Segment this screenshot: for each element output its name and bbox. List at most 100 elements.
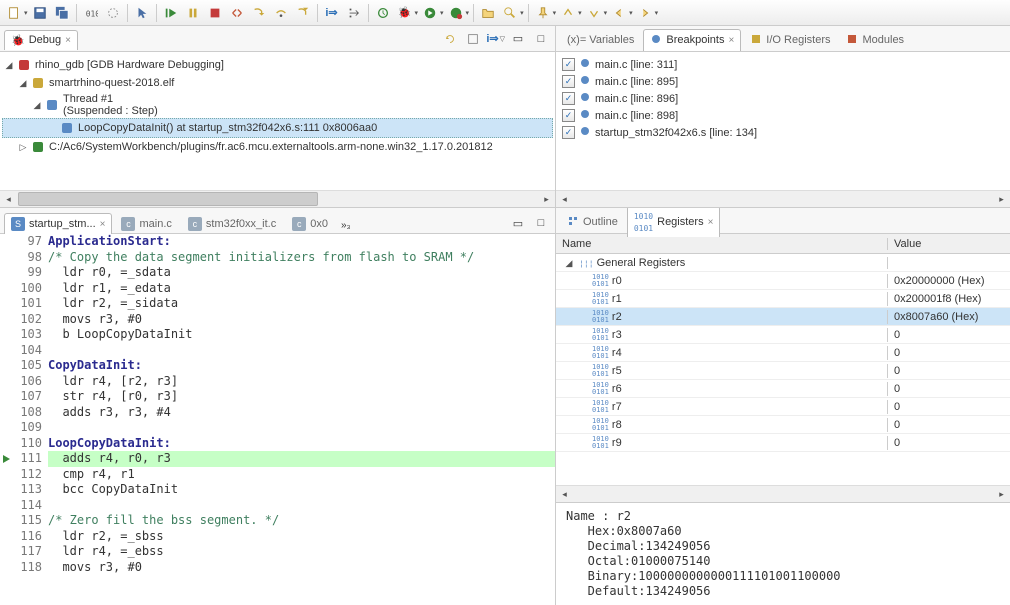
dropdown-arrow-icon[interactable]: ▾ [466,9,470,17]
view-tab[interactable]: 10100101Registers× [627,208,721,237]
horizontal-scrollbar[interactable]: ◂ ▸ [556,485,1010,502]
register-row[interactable]: 10100101 r20x8007a60 (Hex) [556,308,1010,326]
twisty-icon[interactable]: ▷ [16,140,30,154]
twisty-icon[interactable]: ◢ [562,258,576,269]
code-line[interactable]: 105CopyDataInit: [0,358,555,374]
code-line[interactable]: 100 ldr r1, =_edata [0,281,555,297]
cursor-button[interactable] [132,3,152,23]
register-row[interactable]: 10100101 r10x200001f8 (Hex) [556,290,1010,308]
editor-tab[interactable]: c0x0 [285,213,335,234]
dropdown-arrow-icon[interactable]: ▾ [629,9,633,17]
registers-table[interactable]: ◢ ¦¦¦ General Registers10100101 r00x2000… [556,254,1010,452]
register-group-row[interactable]: ◢ ¦¦¦ General Registers [556,254,1010,272]
code-line[interactable]: 108 adds r3, r3, #4 [0,405,555,421]
twisty-icon[interactable]: ◢ [30,98,44,112]
horizontal-scrollbar[interactable]: ◂ ▸ [556,190,1010,207]
editor-tab[interactable]: cmain.c [114,213,178,234]
code-line[interactable]: 107 str r4, [r0, r3] [0,389,555,405]
disconnect-button[interactable] [227,3,247,23]
twisty-icon[interactable] [45,121,59,135]
view-menu-icon[interactable]: ▽ [500,35,505,43]
scroll-right-icon[interactable]: ▸ [538,191,555,208]
register-row[interactable]: 10100101 r30 [556,326,1010,344]
twisty-icon[interactable]: ◢ [16,76,30,90]
column-header-name[interactable]: Name [556,238,888,250]
debug-tab[interactable]: 🐞 Debug × [4,30,78,50]
breakpoint-row[interactable]: ✓main.c [line: 898] [558,107,1008,124]
new-button[interactable] [4,3,24,23]
debug-tree-row[interactable]: ◢smartrhino-quest-2018.elf [2,74,553,92]
view-tab[interactable]: Modules [839,29,911,51]
step-mode-button[interactable] [344,3,364,23]
step-into-button[interactable] [249,3,269,23]
step-return-button[interactable] [293,3,313,23]
code-line[interactable]: 110LoopCopyDataInit: [0,436,555,452]
code-line[interactable]: 113 bcc CopyDataInit [0,482,555,498]
checkbox[interactable]: ✓ [562,92,575,105]
code-line[interactable]: 103 b LoopCopyDataInit [0,327,555,343]
code-line[interactable]: 104 [0,343,555,359]
instruction-step-icon[interactable]: i⇒ [486,32,498,45]
restart-button[interactable] [373,3,393,23]
column-header-value[interactable]: Value [888,238,1010,250]
scroll-left-icon[interactable]: ◂ [556,486,573,503]
run-button[interactable] [420,3,440,23]
code-line[interactable]: 101 ldr r2, =_sidata [0,296,555,312]
code-line[interactable]: 115/* Zero fill the bss segment. */ [0,513,555,529]
view-tab[interactable]: (x)= Variables [560,30,641,49]
maximize-icon[interactable]: □ [531,29,551,49]
scroll-right-icon[interactable]: ▸ [993,191,1010,208]
checkbox[interactable]: ✓ [562,109,575,122]
save-all-button[interactable] [52,3,72,23]
code-line[interactable]: 106 ldr r4, [r2, r3] [0,374,555,390]
back-button[interactable] [609,3,629,23]
open-folder-button[interactable] [478,3,498,23]
nav-down-button[interactable] [584,3,604,23]
register-row[interactable]: 10100101 r50 [556,362,1010,380]
editor-body[interactable]: 97ApplicationStart:98/* Copy the data se… [0,234,555,605]
breakpoint-row[interactable]: ✓main.c [line: 895] [558,73,1008,90]
step-over-button[interactable] [271,3,291,23]
breakpoints-list[interactable]: ✓main.c [line: 311]✓main.c [line: 895]✓m… [556,52,1010,145]
register-row[interactable]: 10100101 r80 [556,416,1010,434]
register-row[interactable]: 10100101 r70 [556,398,1010,416]
breakpoint-row[interactable]: ✓main.c [line: 896] [558,90,1008,107]
checkbox[interactable]: ✓ [562,126,575,139]
debug-tree-row[interactable]: LoopCopyDataInit() at startup_stm32f042x… [2,118,553,138]
debug-tree-row[interactable]: ◢Thread #1 (Suspended : Step) [2,92,553,118]
dropdown-arrow-icon[interactable]: ▾ [604,9,608,17]
resume-button[interactable] [161,3,181,23]
checkbox[interactable]: ✓ [562,75,575,88]
scroll-right-icon[interactable]: ▸ [993,486,1010,503]
register-row[interactable]: 10100101 r40 [556,344,1010,362]
code-line[interactable]: 117 ldr r4, =_ebss [0,544,555,560]
twisty-icon[interactable]: ◢ [2,58,16,72]
dropdown-arrow-icon[interactable]: ▾ [24,9,28,17]
debug-tree[interactable]: ◢rhino_gdb [GDB Hardware Debugging]◢smar… [0,52,555,160]
search-button[interactable] [500,3,520,23]
dropdown-arrow-icon[interactable]: ▾ [655,9,659,17]
register-row[interactable]: 10100101 r60 [556,380,1010,398]
dropdown-arrow-icon[interactable]: ▾ [415,9,419,17]
minimize-icon[interactable]: ▭ [508,29,528,49]
clear-icon[interactable] [463,29,483,49]
dropdown-arrow-icon[interactable]: ▾ [578,9,582,17]
editor-tab[interactable]: cstm32f0xx_it.c [181,213,283,234]
dropdown-arrow-icon[interactable]: ▾ [520,9,524,17]
instruction-step-button[interactable]: i⇒ [322,3,342,23]
breakpoint-row[interactable]: ✓main.c [line: 311] [558,56,1008,73]
nav-up-button[interactable] [558,3,578,23]
editor-tab[interactable]: Sstartup_stm...× [4,213,112,234]
code-line[interactable]: 98/* Copy the data segment initializers … [0,250,555,266]
view-tab[interactable]: Breakpoints× [643,29,741,51]
code-line[interactable]: 99 ldr r0, =_sdata [0,265,555,281]
code-line[interactable]: 109 [0,420,555,436]
maximize-icon[interactable]: □ [531,213,551,233]
minimize-icon[interactable]: ▭ [508,213,528,233]
code-line[interactable]: 111 adds r4, r0, r3 [0,451,555,467]
save-button[interactable] [30,3,50,23]
code-line[interactable]: 118 movs r3, #0 [0,560,555,576]
scroll-left-icon[interactable]: ◂ [556,191,573,208]
pause-button[interactable] [183,3,203,23]
code-line[interactable]: 112 cmp r4, r1 [0,467,555,483]
